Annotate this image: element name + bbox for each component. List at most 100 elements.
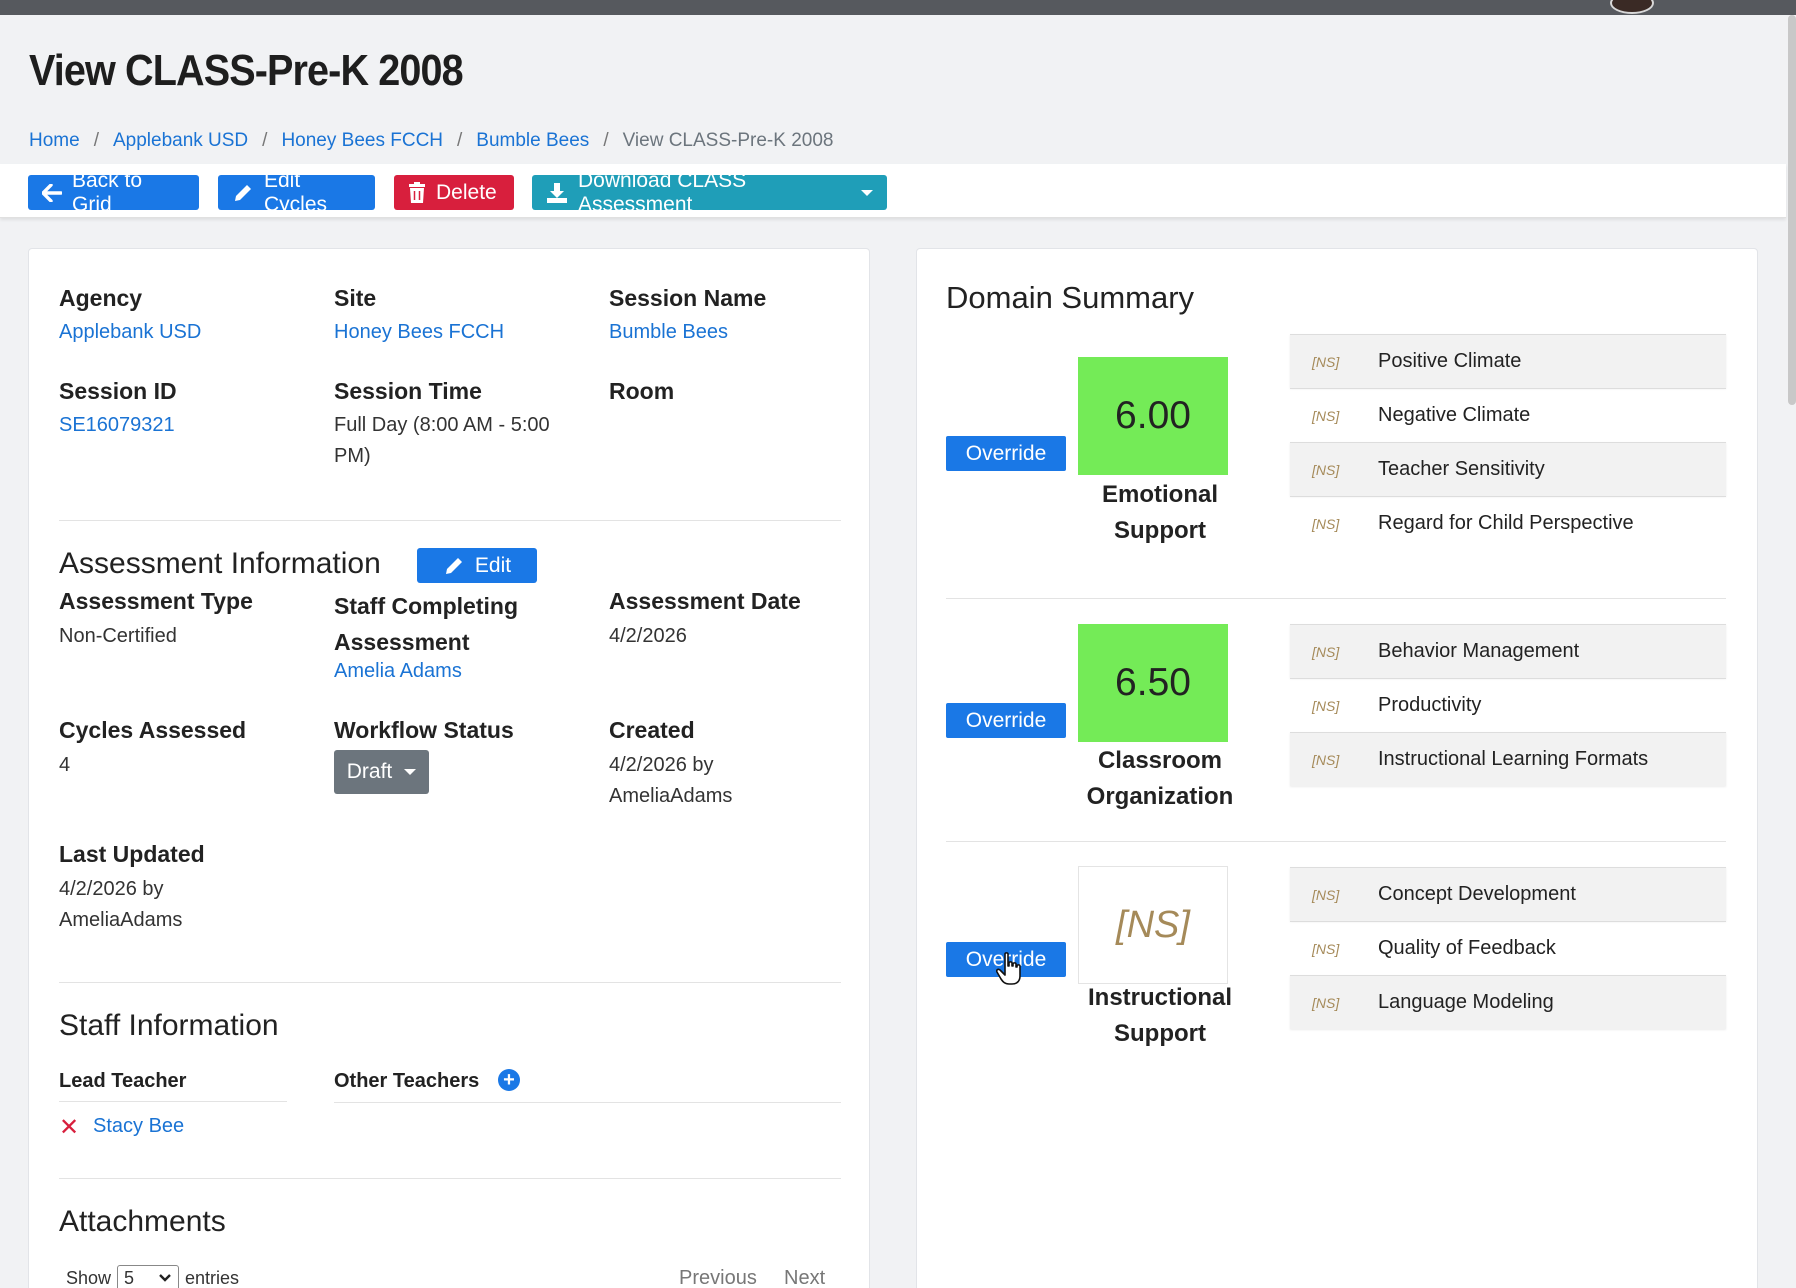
dimension-row[interactable]: [NS] Instructional Learning Formats xyxy=(1290,732,1726,786)
page-title: View CLASS-Pre-K 2008 xyxy=(29,46,464,95)
domain-score-classroom-organization: 6.50 xyxy=(1078,624,1228,742)
scrollbar[interactable] xyxy=(1788,15,1796,405)
dimension-label: Behavior Management xyxy=(1378,640,1580,662)
override-button-classroom-organization[interactable]: Override xyxy=(946,703,1066,738)
breadcrumb: Home / Applebank USD / Honey Bees FCCH /… xyxy=(29,130,833,152)
dimension-score: [NS] xyxy=(1312,751,1340,768)
download-class-assessment-button[interactable]: Download CLASS Assessment xyxy=(532,169,887,216)
last-updated-value: 4/2/2026 by AmeliaAdams xyxy=(59,874,182,936)
assessment-type-label: Assessment Type xyxy=(59,588,253,614)
domain-name-line: Emotional xyxy=(1101,481,1218,508)
breadcrumb-separator: / xyxy=(603,130,609,151)
cycles-assessed-value: 4 xyxy=(59,754,71,776)
edit-cycles-button[interactable]: Edit Cycles xyxy=(218,169,375,216)
dimension-row[interactable]: [NS] Teacher Sensitivity xyxy=(1290,442,1726,496)
divider xyxy=(59,982,841,983)
dimension-score: [NS] xyxy=(1312,886,1340,903)
dimension-row[interactable]: [NS] Positive Climate xyxy=(1290,334,1726,388)
breadcrumb-current: View CLASS-Pre-K 2008 xyxy=(622,130,834,151)
dimension-score: [NS] xyxy=(1312,643,1340,660)
dimension-label: Concept Development xyxy=(1378,883,1576,905)
back-to-grid-button[interactable]: Back to Grid xyxy=(28,169,199,216)
top-navbar xyxy=(0,0,1796,15)
arrow-left-icon xyxy=(42,183,62,202)
pencil-icon xyxy=(235,184,251,201)
breadcrumb-home[interactable]: Home xyxy=(29,130,80,152)
domain-score-instructional-support: [NS] xyxy=(1078,866,1228,984)
edit-assessment-button[interactable]: Edit xyxy=(417,548,537,583)
workflow-status-dropdown[interactable]: Draft xyxy=(334,750,429,794)
entries-per-page-select[interactable]: 5 xyxy=(117,1265,180,1288)
dimension-label: Productivity xyxy=(1378,694,1482,716)
staff-completing-label-line: Staff Completing xyxy=(334,593,518,619)
dimension-score: [NS] xyxy=(1312,994,1340,1011)
domain-name-classroom-organization: Classroom Organization xyxy=(1060,743,1260,815)
session-name-label: Session Name xyxy=(609,285,767,311)
entries-label: entries xyxy=(185,1267,240,1288)
staff-completing-label-line: Assessment xyxy=(334,629,470,655)
dimension-row[interactable]: [NS] Productivity xyxy=(1290,678,1726,732)
assessment-date-label: Assessment Date xyxy=(609,588,801,614)
breadcrumb-separator: / xyxy=(93,130,99,151)
last-updated-label: Last Updated xyxy=(59,841,205,867)
pencil-icon xyxy=(445,557,462,574)
staff-completing-link[interactable]: Amelia Adams xyxy=(334,656,462,687)
trash-icon xyxy=(409,182,425,203)
domain-name-line: Support xyxy=(1114,517,1206,544)
workflow-status-label: Workflow Status xyxy=(334,717,514,743)
show-label: Show xyxy=(66,1267,112,1288)
session-time-label: Session Time xyxy=(334,378,482,404)
dimension-row[interactable]: [NS] Behavior Management xyxy=(1290,624,1726,678)
domain-name-line: Organization xyxy=(1086,783,1234,810)
divider xyxy=(334,1102,841,1103)
delete-label: Delete xyxy=(436,180,497,204)
assessment-information-title: Assessment Information xyxy=(59,547,381,580)
dimension-score: [NS] xyxy=(1312,407,1340,424)
dimension-row[interactable]: [NS] Concept Development xyxy=(1290,867,1726,921)
dimension-row[interactable]: [NS] Language Modeling xyxy=(1290,975,1726,1029)
session-time-line: PM) xyxy=(334,445,371,467)
divider xyxy=(59,1101,287,1102)
breadcrumb-agency[interactable]: Applebank USD xyxy=(113,130,248,152)
site-label: Site xyxy=(334,285,377,311)
session-time-value: Full Day (8:00 AM - 5:00 PM) xyxy=(334,410,550,472)
override-button-emotional-support[interactable]: Override xyxy=(946,436,1066,471)
agency-label: Agency xyxy=(59,285,143,311)
dimension-label: Quality of Feedback xyxy=(1378,937,1556,959)
domain-score-emotional-support: 6.00 xyxy=(1078,357,1228,475)
add-teacher-icon[interactable]: + xyxy=(498,1069,520,1091)
remove-teacher-icon[interactable]: ✕ xyxy=(59,1113,79,1142)
previous-page-button[interactable]: Previous xyxy=(679,1267,757,1288)
created-line: 4/2/2026 by xyxy=(609,754,714,776)
room-label: Room xyxy=(609,378,675,404)
hand-cursor-icon xyxy=(996,952,1021,985)
dimension-row[interactable]: [NS] Quality of Feedback xyxy=(1290,921,1726,975)
divider xyxy=(946,841,1726,842)
dimension-label: Negative Climate xyxy=(1378,404,1531,426)
download-icon xyxy=(547,182,567,203)
dimension-score: [NS] xyxy=(1312,515,1340,532)
session-id-link[interactable]: SE16079321 xyxy=(59,410,175,441)
dimension-row[interactable]: [NS] Regard for Child Perspective xyxy=(1290,496,1726,550)
dimension-score: [NS] xyxy=(1312,940,1340,957)
dimension-label: Instructional Learning Formats xyxy=(1378,748,1649,770)
dimension-row[interactable]: [NS] Negative Climate xyxy=(1290,388,1726,442)
assessment-date-value: 4/2/2026 xyxy=(609,625,687,647)
site-link[interactable]: Honey Bees FCCH xyxy=(334,317,504,348)
dimension-label: Positive Climate xyxy=(1378,350,1522,372)
session-name-link[interactable]: Bumble Bees xyxy=(609,317,728,348)
entries-per-page-value: 5 xyxy=(124,1267,135,1288)
created-line: AmeliaAdams xyxy=(609,785,733,807)
chevron-down-icon xyxy=(159,1274,171,1282)
show-entries-control: Show 5 entries xyxy=(66,1265,239,1288)
workflow-status-value: Draft xyxy=(346,760,393,783)
agency-link[interactable]: Applebank USD xyxy=(59,317,201,348)
staff-information-title: Staff Information xyxy=(59,1009,279,1042)
breadcrumb-site[interactable]: Honey Bees FCCH xyxy=(281,130,443,152)
lead-teacher-link[interactable]: Stacy Bee xyxy=(93,1111,184,1142)
next-page-button[interactable]: Next xyxy=(784,1267,825,1288)
edit-label: Edit xyxy=(474,553,512,577)
delete-button[interactable]: Delete xyxy=(394,175,514,210)
dimension-label: Language Modeling xyxy=(1378,991,1554,1013)
breadcrumb-session[interactable]: Bumble Bees xyxy=(476,130,589,152)
